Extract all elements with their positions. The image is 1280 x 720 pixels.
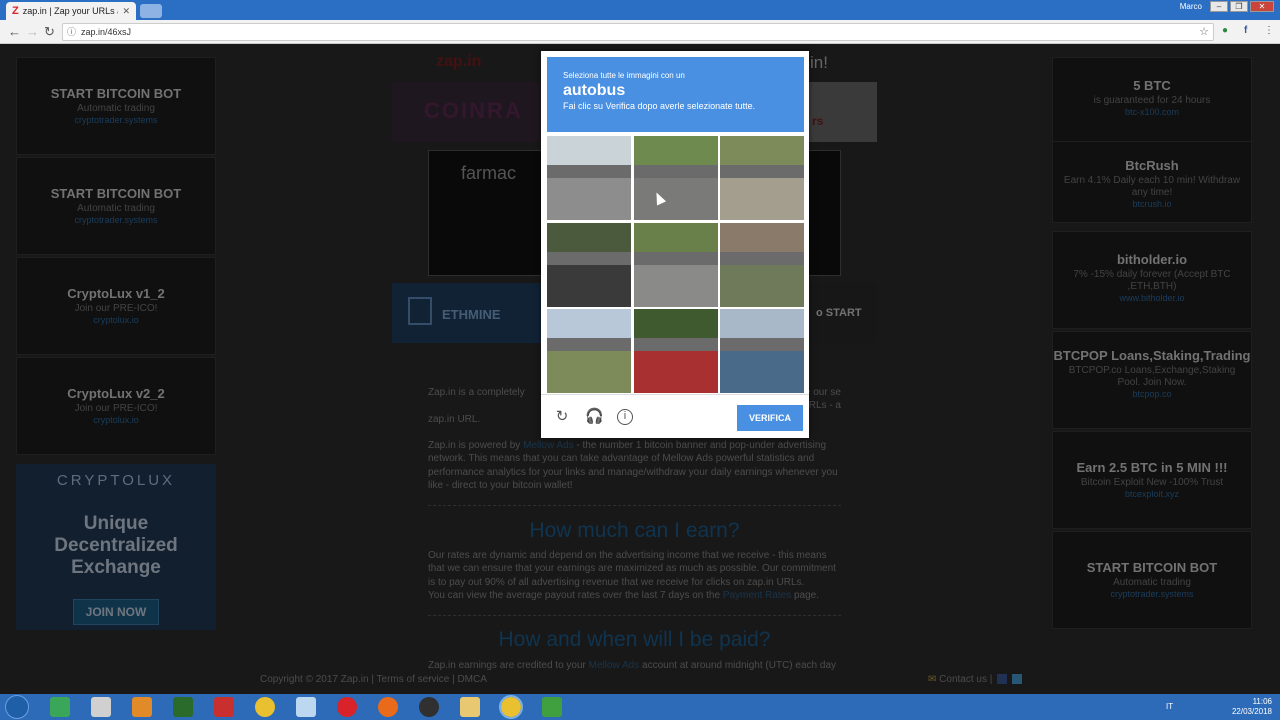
tile-image-upper <box>720 136 804 166</box>
tile-image-lower <box>547 178 631 220</box>
tile-image-lower <box>547 264 631 307</box>
captcha-tile[interactable] <box>720 309 804 393</box>
back-icon[interactable]: ← <box>8 24 21 39</box>
captcha-image-grid <box>547 136 804 393</box>
tile-image-lower <box>633 178 718 220</box>
clock-time: 11:06 <box>1252 697 1272 706</box>
address-bar[interactable]: ⓘ zap.in/46xsJ ☆ <box>62 23 1214 41</box>
opera-icon[interactable] <box>337 697 357 717</box>
app-icon[interactable] <box>542 697 562 717</box>
app-icon[interactable] <box>296 697 316 717</box>
minimize-button[interactable]: – <box>1210 1 1228 12</box>
chrome-active-icon[interactable] <box>499 695 523 719</box>
maximize-button[interactable]: ❐ <box>1230 1 1248 12</box>
forward-icon[interactable]: → <box>26 24 39 39</box>
language-indicator[interactable]: IT <box>1166 702 1173 711</box>
system-clock[interactable]: 11:06 22/03/2018 <box>1232 697 1272 717</box>
captcha-tile[interactable] <box>547 222 631 307</box>
browser-tab-bar: Z zap.in | Zap your URLs a ✕ Marco – ❐ ✕ <box>0 0 1280 20</box>
tile-image-upper <box>547 309 631 339</box>
tile-image-upper <box>633 136 718 166</box>
audio-challenge-icon[interactable]: 🎧 <box>585 409 604 425</box>
tile-image-upper <box>633 309 718 339</box>
utorrent-icon[interactable] <box>50 697 70 717</box>
facebook-extension-icon[interactable]: f <box>1244 25 1247 36</box>
start-button[interactable] <box>5 695 29 719</box>
instruction-line-1: Seleziona tutte le immagini con un <box>563 71 685 80</box>
tile-image-upper <box>547 222 631 252</box>
profile-name[interactable]: Marco <box>1180 2 1202 11</box>
tile-image-lower <box>633 264 718 307</box>
tile-image-lower <box>720 351 804 393</box>
app-icon[interactable] <box>214 697 234 717</box>
chrome-icon[interactable] <box>255 697 275 717</box>
new-tab-button[interactable] <box>140 4 162 18</box>
tile-image-upper <box>720 309 804 339</box>
captcha-footer: ↻ 🎧 i VERIFICA <box>541 394 809 438</box>
firefox-icon[interactable] <box>378 697 398 717</box>
captcha-instructions: Seleziona tutte le immagini con un autob… <box>547 57 804 132</box>
tab-title: zap.in | Zap your URLs a <box>22 6 119 16</box>
verify-button[interactable]: VERIFICA <box>737 405 803 431</box>
browser-tab[interactable]: Z zap.in | Zap your URLs a ✕ <box>6 2 136 20</box>
file-explorer-icon[interactable] <box>460 697 480 717</box>
url-text: zap.in/46xsJ <box>81 27 132 37</box>
instruction-line-3: Fai clic su Verifica dopo averle selezio… <box>563 101 756 111</box>
captcha-tile[interactable] <box>633 136 718 220</box>
obs-icon[interactable] <box>419 697 439 717</box>
tile-image-upper <box>720 222 804 252</box>
info-icon[interactable]: i <box>617 409 633 425</box>
close-tab-icon[interactable]: ✕ <box>122 6 130 17</box>
app-icon[interactable] <box>91 697 111 717</box>
tile-image-lower <box>720 264 804 307</box>
reload-icon[interactable]: ↻ <box>44 24 55 40</box>
tile-image-lower <box>720 178 804 220</box>
captcha-tile[interactable] <box>720 136 804 220</box>
reload-challenge-icon[interactable]: ↻ <box>554 409 570 425</box>
captcha-tile[interactable] <box>633 222 718 307</box>
recaptcha-challenge: Seleziona tutte le immagini con un autob… <box>541 51 809 438</box>
tile-image-upper <box>547 136 631 166</box>
window-controls: Marco – ❐ ✕ <box>1180 1 1274 12</box>
site-info-icon[interactable]: ⓘ <box>67 24 76 40</box>
clock-date: 22/03/2018 <box>1231 707 1272 716</box>
media-player-icon[interactable] <box>132 697 152 717</box>
captcha-tile[interactable] <box>547 136 631 220</box>
captcha-tile[interactable] <box>633 309 718 393</box>
bookmark-star-icon[interactable]: ☆ <box>1199 24 1209 40</box>
captcha-tile[interactable] <box>547 309 631 393</box>
tile-image-lower <box>547 351 631 393</box>
extension-icon[interactable]: ● <box>1222 25 1228 36</box>
zap-favicon-icon: Z <box>12 5 19 17</box>
captcha-keyword: autobus <box>563 82 626 99</box>
app-icon[interactable] <box>173 697 193 717</box>
tile-image-lower <box>633 351 718 393</box>
tile-image-upper <box>633 222 718 252</box>
menu-icon[interactable]: ⋮ <box>1264 25 1274 36</box>
captcha-tile[interactable] <box>720 222 804 307</box>
browser-toolbar: ← → ↻ ⓘ zap.in/46xsJ ☆ ● f ⋮ <box>0 20 1280 44</box>
close-window-button[interactable]: ✕ <box>1250 1 1274 12</box>
windows-taskbar: IT 11:06 22/03/2018 <box>0 694 1280 720</box>
